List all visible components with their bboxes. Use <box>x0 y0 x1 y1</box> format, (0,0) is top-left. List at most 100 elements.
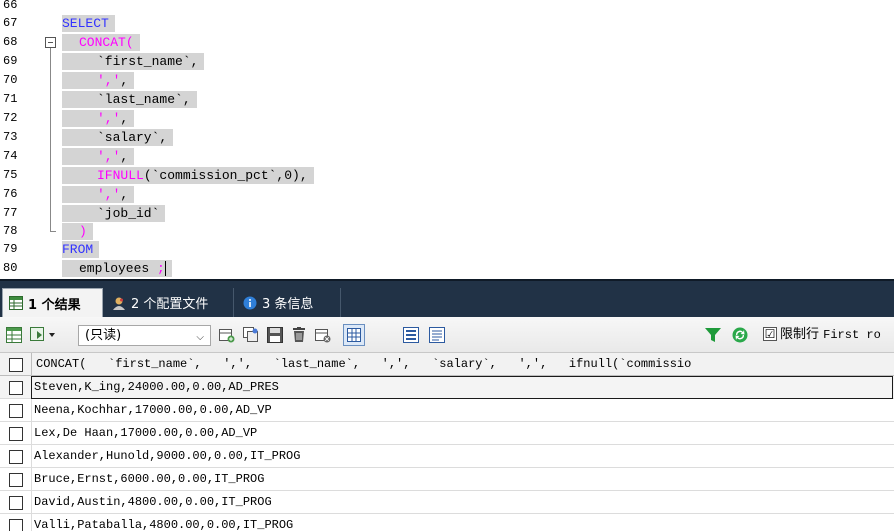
table-cell[interactable]: Valli,Pataballa,4800.00,0.00,IT_PROG <box>34 517 293 531</box>
code-line[interactable]: `last_name`, <box>62 91 197 108</box>
row-checkbox[interactable] <box>9 381 23 395</box>
table-row[interactable]: Alexander,Hunold,9000.00,0.00,IT_PROG <box>0 445 894 468</box>
line-number: 80 <box>3 261 18 275</box>
line-number: 72 <box>3 111 18 125</box>
code-token: ',' <box>97 149 121 164</box>
code-token: FROM <box>62 242 94 257</box>
chevron-down-icon: ⌵ <box>196 332 204 343</box>
profile-icon <box>112 296 126 310</box>
discard-changes-icon[interactable] <box>315 327 331 343</box>
table-row[interactable]: Bruce,Ernst,6000.00,0.00,IT_PROG <box>0 468 894 491</box>
code-line[interactable]: `first_name`, <box>62 53 205 70</box>
code-token: ',' <box>97 73 121 88</box>
code-line[interactable]: IFNULL(`commission_pct`,0), <box>62 167 314 184</box>
line-number: 69 <box>3 54 18 68</box>
row-checkbox[interactable] <box>9 450 23 464</box>
line-number: 79 <box>3 242 18 256</box>
code-line[interactable]: `job_id` <box>62 205 166 222</box>
refresh-icon[interactable] <box>732 327 748 343</box>
row-checkbox[interactable] <box>9 427 23 441</box>
text-mode-icon[interactable] <box>429 327 445 343</box>
table-cell[interactable]: Bruce,Ernst,6000.00,0.00,IT_PROG <box>34 471 264 488</box>
table-row[interactable]: Steven,K_ing,24000.00,0.00,AD_PRES <box>0 376 894 399</box>
result-tabs-bar: 1 个结果 2 个配置文件 3 条信息 <box>0 279 894 317</box>
table-result-icon <box>9 296 23 310</box>
row-checkbox[interactable] <box>9 519 23 531</box>
table-cell[interactable]: Steven,K_ing,24000.00,0.00,AD_PRES <box>34 379 279 396</box>
code-line[interactable]: FROM <box>62 241 100 258</box>
result-grid: CONCAT( `first_name`, ',', `last_name`, … <box>0 353 894 531</box>
row-checkbox[interactable] <box>9 496 23 510</box>
code-token: ',' <box>97 187 121 202</box>
limit-rows-label: 限制行 First ro <box>780 325 881 345</box>
row-divider <box>31 445 32 468</box>
code-line[interactable]: ',', <box>62 186 135 203</box>
sql-editor[interactable]: 66 67 68 69 70 71 72 73 74 75 76 77 78 7… <box>0 0 894 279</box>
code-token: , <box>120 73 129 88</box>
limit-rows-checkbox[interactable]: ☑ <box>763 327 777 341</box>
table-row[interactable]: David,Austin,4800.00,0.00,IT_PROG <box>0 491 894 514</box>
line-number: 75 <box>3 168 18 182</box>
table-row[interactable]: Lex,De Haan,17000.00,0.00,AD_VP <box>0 422 894 445</box>
row-divider <box>31 399 32 422</box>
collapse-fold-icon[interactable] <box>45 37 56 48</box>
code-token: `first_name`, <box>97 54 199 69</box>
form-mode-icon[interactable] <box>403 327 419 343</box>
code-line[interactable]: CONCAT( <box>62 34 140 51</box>
tab-results-label: 1 个结果 <box>28 297 81 313</box>
select-all-checkbox[interactable] <box>9 358 23 372</box>
fold-guide-line <box>50 48 51 232</box>
code-line[interactable]: ) <box>62 223 93 240</box>
info-icon <box>243 296 257 310</box>
duplicate-row-icon[interactable] <box>243 327 259 343</box>
code-line[interactable]: ',', <box>62 148 135 165</box>
row-checkbox[interactable] <box>9 404 23 418</box>
code-token: ; <box>157 261 165 276</box>
tab-messages[interactable]: 3 条信息 <box>237 288 341 317</box>
code-token: `salary`, <box>97 130 168 145</box>
result-mode-select[interactable]: (只读) ⌵ <box>78 325 211 346</box>
grid-view-icon[interactable] <box>6 327 22 343</box>
row-checkbox[interactable] <box>9 473 23 487</box>
code-line[interactable]: `salary`, <box>62 129 174 146</box>
code-token: IFNULL <box>97 168 144 183</box>
delete-icon[interactable] <box>291 327 307 343</box>
code-line[interactable]: employees ; <box>62 260 172 277</box>
table-row[interactable]: Valli,Pataballa,4800.00,0.00,IT_PROG <box>0 514 894 531</box>
text-cursor <box>164 261 166 277</box>
filter-icon[interactable] <box>705 327 721 343</box>
limit-rows-text: 限制行 <box>780 327 820 342</box>
line-number: 67 <box>3 16 18 30</box>
code-token: CONCAT <box>79 35 126 50</box>
row-divider <box>31 514 32 531</box>
code-token: `job_id` <box>97 206 160 221</box>
code-token: , <box>120 111 129 126</box>
add-row-icon[interactable] <box>219 327 235 343</box>
tab-profiles[interactable]: 2 个配置文件 <box>106 288 234 317</box>
code-line[interactable]: ',', <box>62 110 135 127</box>
code-line[interactable]: ',', <box>62 72 135 89</box>
table-cell[interactable]: Neena,Kochhar,17000.00,0.00,AD_VP <box>34 402 272 419</box>
code-token: `last_name`, <box>97 92 191 107</box>
table-cell[interactable]: Alexander,Hunold,9000.00,0.00,IT_PROG <box>34 448 300 465</box>
line-number: 74 <box>3 149 18 163</box>
table-cell[interactable]: Lex,De Haan,17000.00,0.00,AD_VP <box>34 425 257 442</box>
line-number: 68 <box>3 35 18 49</box>
line-number-gutter: 66 67 68 69 70 71 72 73 74 75 76 77 78 7… <box>0 0 40 279</box>
line-number: 76 <box>3 187 18 201</box>
line-number: 70 <box>3 73 18 87</box>
code-token: (`commission_pct`,0), <box>143 168 308 183</box>
table-cell[interactable]: David,Austin,4800.00,0.00,IT_PROG <box>34 494 272 511</box>
export-dropdown-icon[interactable] <box>30 327 64 343</box>
tab-results[interactable]: 1 个结果 <box>2 288 103 317</box>
code-token: , <box>120 149 129 164</box>
fold-guide-end <box>50 231 56 232</box>
table-row[interactable]: Neena,Kochhar,17000.00,0.00,AD_VP <box>0 399 894 422</box>
column-header[interactable]: CONCAT( `first_name`, ',', `last_name`, … <box>36 356 691 373</box>
save-icon[interactable] <box>267 327 283 343</box>
code-line[interactable]: SELECT <box>62 15 115 32</box>
code-token: ',' <box>97 111 121 126</box>
tab-messages-label: 3 条信息 <box>262 297 314 312</box>
grid-mode-icon[interactable] <box>343 324 365 346</box>
header-divider <box>31 353 32 376</box>
